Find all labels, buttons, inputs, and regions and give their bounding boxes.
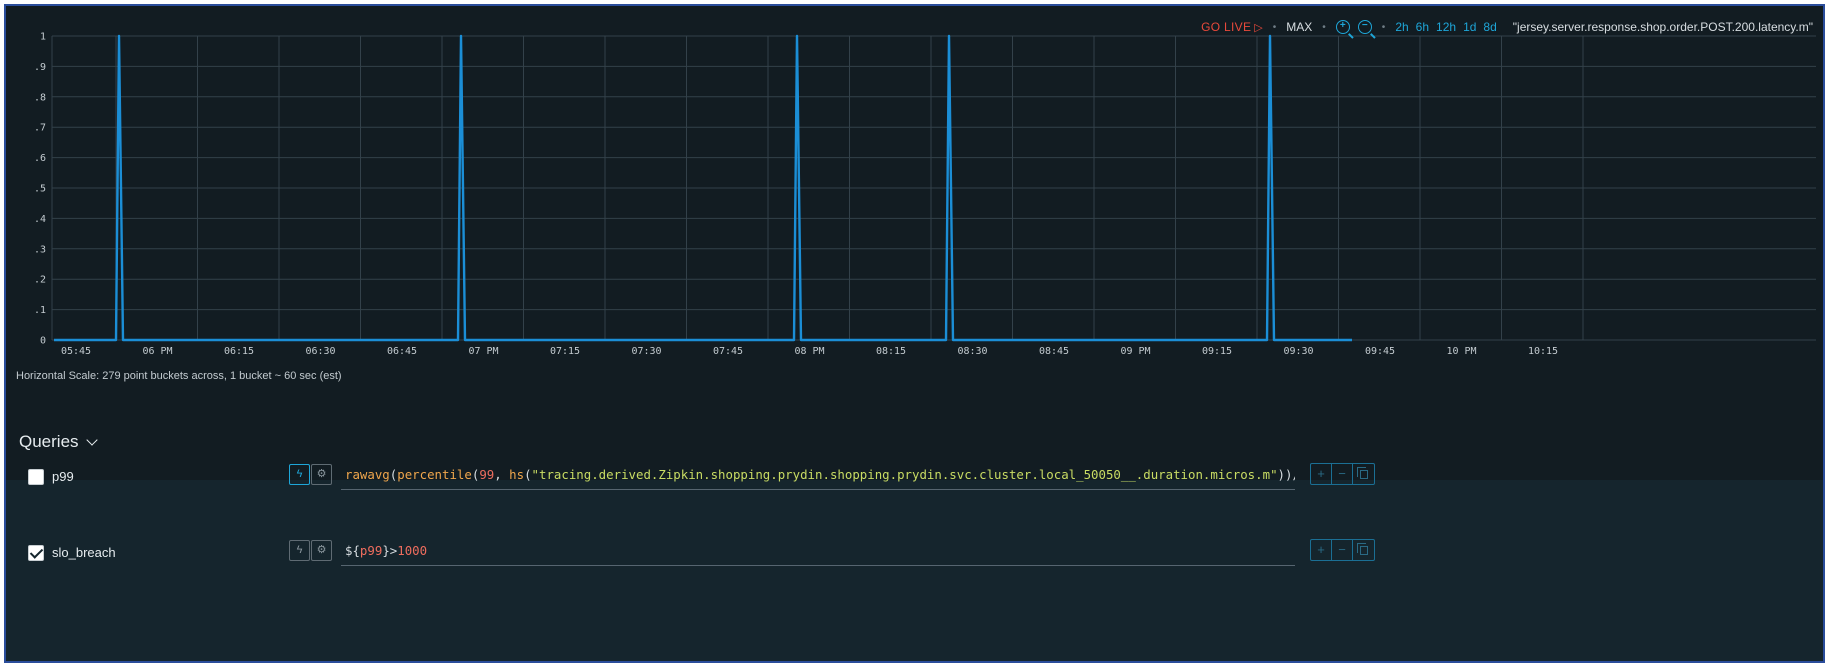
query-bolt-icon[interactable]: ϟ — [289, 464, 310, 485]
x-tick-label: 08 PM — [794, 346, 824, 357]
x-tick-label: 08:15 — [876, 346, 906, 357]
separator-dot: • — [1381, 21, 1386, 33]
go-live-button[interactable]: GO LIVE ▷ — [1201, 20, 1263, 34]
x-tick-label: 09:15 — [1202, 346, 1232, 357]
y-tick-label: .1 — [34, 305, 46, 316]
chevron-down-icon — [85, 434, 98, 446]
play-icon: ▷ — [1254, 22, 1263, 34]
range-12h[interactable]: 12h — [1436, 20, 1456, 34]
range-6h[interactable]: 6h — [1416, 20, 1429, 34]
y-tick-label: .3 — [34, 244, 46, 255]
y-tick-label: .6 — [34, 153, 46, 164]
x-tick-label: 06:45 — [387, 346, 417, 357]
x-tick-label: 07 PM — [468, 346, 498, 357]
chart-toolbar: GO LIVE ▷ • MAX • + − • 2h 6h 12h 1d 8d "… — [1201, 17, 1813, 37]
y-tick-label: .5 — [34, 184, 46, 195]
x-tick-label: 07:15 — [550, 346, 580, 357]
query-row-p99: p99 ϟ ⚙ rawavg(percentile(99, hs("tracin… — [6, 463, 1823, 495]
query-actions: + − — [1310, 463, 1375, 485]
queries-title: Queries — [19, 432, 79, 451]
query-token: 99 — [479, 467, 495, 482]
query-actions: + − — [1310, 539, 1375, 561]
query-bolt-icon[interactable]: ϟ — [289, 540, 310, 561]
chart-panel: 0 .1 .2 .3 .4 .5 .6 .7 .8 .9 1 05:45 06 PM 06:15 06:30… — [6, 6, 1823, 480]
add-query-icon[interactable]: + — [1311, 464, 1332, 484]
query-token: ( — [524, 467, 532, 482]
zoom-in-icon[interactable]: + — [1335, 20, 1350, 34]
query-token: hs — [509, 467, 525, 482]
query-checkbox[interactable] — [28, 469, 44, 485]
go-live-label: GO LIVE — [1201, 20, 1252, 34]
x-tick-label: 09:45 — [1365, 346, 1395, 357]
query-token: p99 — [359, 543, 383, 558]
x-tick-label: 10 PM — [1446, 346, 1476, 357]
y-tick-label: .7 — [34, 123, 46, 134]
query-name: p99 — [52, 469, 74, 484]
remove-query-icon[interactable]: − — [1332, 464, 1353, 484]
latency-chart[interactable]: 0 .1 .2 .3 .4 .5 .6 .7 .8 .9 1 05:45 06 PM 06:15 06:30… — [6, 6, 1823, 366]
x-tick-label: 07:45 — [713, 346, 743, 357]
y-tick-label: .2 — [34, 275, 46, 286]
range-8d[interactable]: 8d — [1483, 20, 1496, 34]
horizontal-scale-note: Horizontal Scale: 279 point buckets acro… — [16, 370, 342, 382]
x-tick-label: 08:30 — [957, 346, 987, 357]
x-tick-label: 08:45 — [1039, 346, 1069, 357]
x-tick-label: 10:15 — [1528, 346, 1558, 357]
y-tick-label: .8 — [34, 92, 46, 103]
metric-name-label: "jersey.server.response.shop.order.POST.… — [1512, 20, 1813, 34]
time-range-selector: 2h 6h 12h 1d 8d — [1395, 20, 1496, 34]
query-expression-input[interactable]: rawavg(percentile(99, hs("tracing.derive… — [341, 466, 1295, 490]
x-tick-label: 07:30 — [631, 346, 661, 357]
query-token: ${ — [345, 543, 360, 558]
query-gear-icon[interactable]: ⚙ — [311, 540, 332, 561]
range-2h[interactable]: 2h — [1395, 20, 1408, 34]
query-expression-input[interactable]: ${p99}>1000 — [341, 542, 1295, 566]
query-token: "tracing.derived.Zipkin.shopping.prydin.… — [531, 467, 1278, 482]
y-tick-label: 0 — [40, 336, 46, 347]
query-name: slo_breach — [52, 545, 116, 560]
x-tick-label: 09:30 — [1283, 346, 1313, 357]
chart-window: 0 .1 .2 .3 .4 .5 .6 .7 .8 .9 1 05:45 06 PM 06:15 06:30… — [4, 4, 1825, 663]
query-token: percentile — [397, 467, 472, 482]
y-tick-label: .4 — [34, 214, 46, 225]
query-gear-icon[interactable]: ⚙ — [311, 464, 332, 485]
queries-toggle[interactable]: Queries — [19, 432, 98, 452]
x-tick-label: 06:30 — [305, 346, 335, 357]
query-token: , — [494, 467, 510, 482]
queries-panel: Queries p99 ϟ ⚙ rawavg(percentile(99, hs… — [6, 412, 1823, 661]
x-tick-label: 05:45 — [61, 346, 91, 357]
copy-query-icon[interactable] — [1353, 540, 1374, 560]
range-1d[interactable]: 1d — [1463, 20, 1476, 34]
separator-dot: • — [1322, 21, 1326, 33]
query-token: ))/ — [1277, 467, 1295, 482]
query-token: 1000 — [397, 543, 428, 558]
query-token: }> — [382, 543, 398, 558]
separator-dot: • — [1272, 21, 1277, 33]
y-tick-label: 1 — [40, 32, 46, 43]
zoom-controls: + − — [1335, 20, 1372, 34]
x-tick-label: 06 PM — [142, 346, 172, 357]
remove-query-icon[interactable]: − — [1332, 540, 1353, 560]
add-query-icon[interactable]: + — [1311, 540, 1332, 560]
y-tick-label: .9 — [34, 62, 46, 73]
x-tick-label: 06:15 — [224, 346, 254, 357]
query-row-slo-breach: slo_breach ϟ ⚙ ${p99}>1000 + − — [6, 539, 1823, 571]
x-tick-label: 09 PM — [1120, 346, 1150, 357]
query-checkbox[interactable] — [28, 545, 44, 561]
query-token: rawavg — [345, 467, 390, 482]
copy-query-icon[interactable] — [1353, 464, 1374, 484]
zoom-out-icon[interactable]: − — [1357, 20, 1372, 34]
max-button[interactable]: MAX — [1286, 20, 1312, 34]
